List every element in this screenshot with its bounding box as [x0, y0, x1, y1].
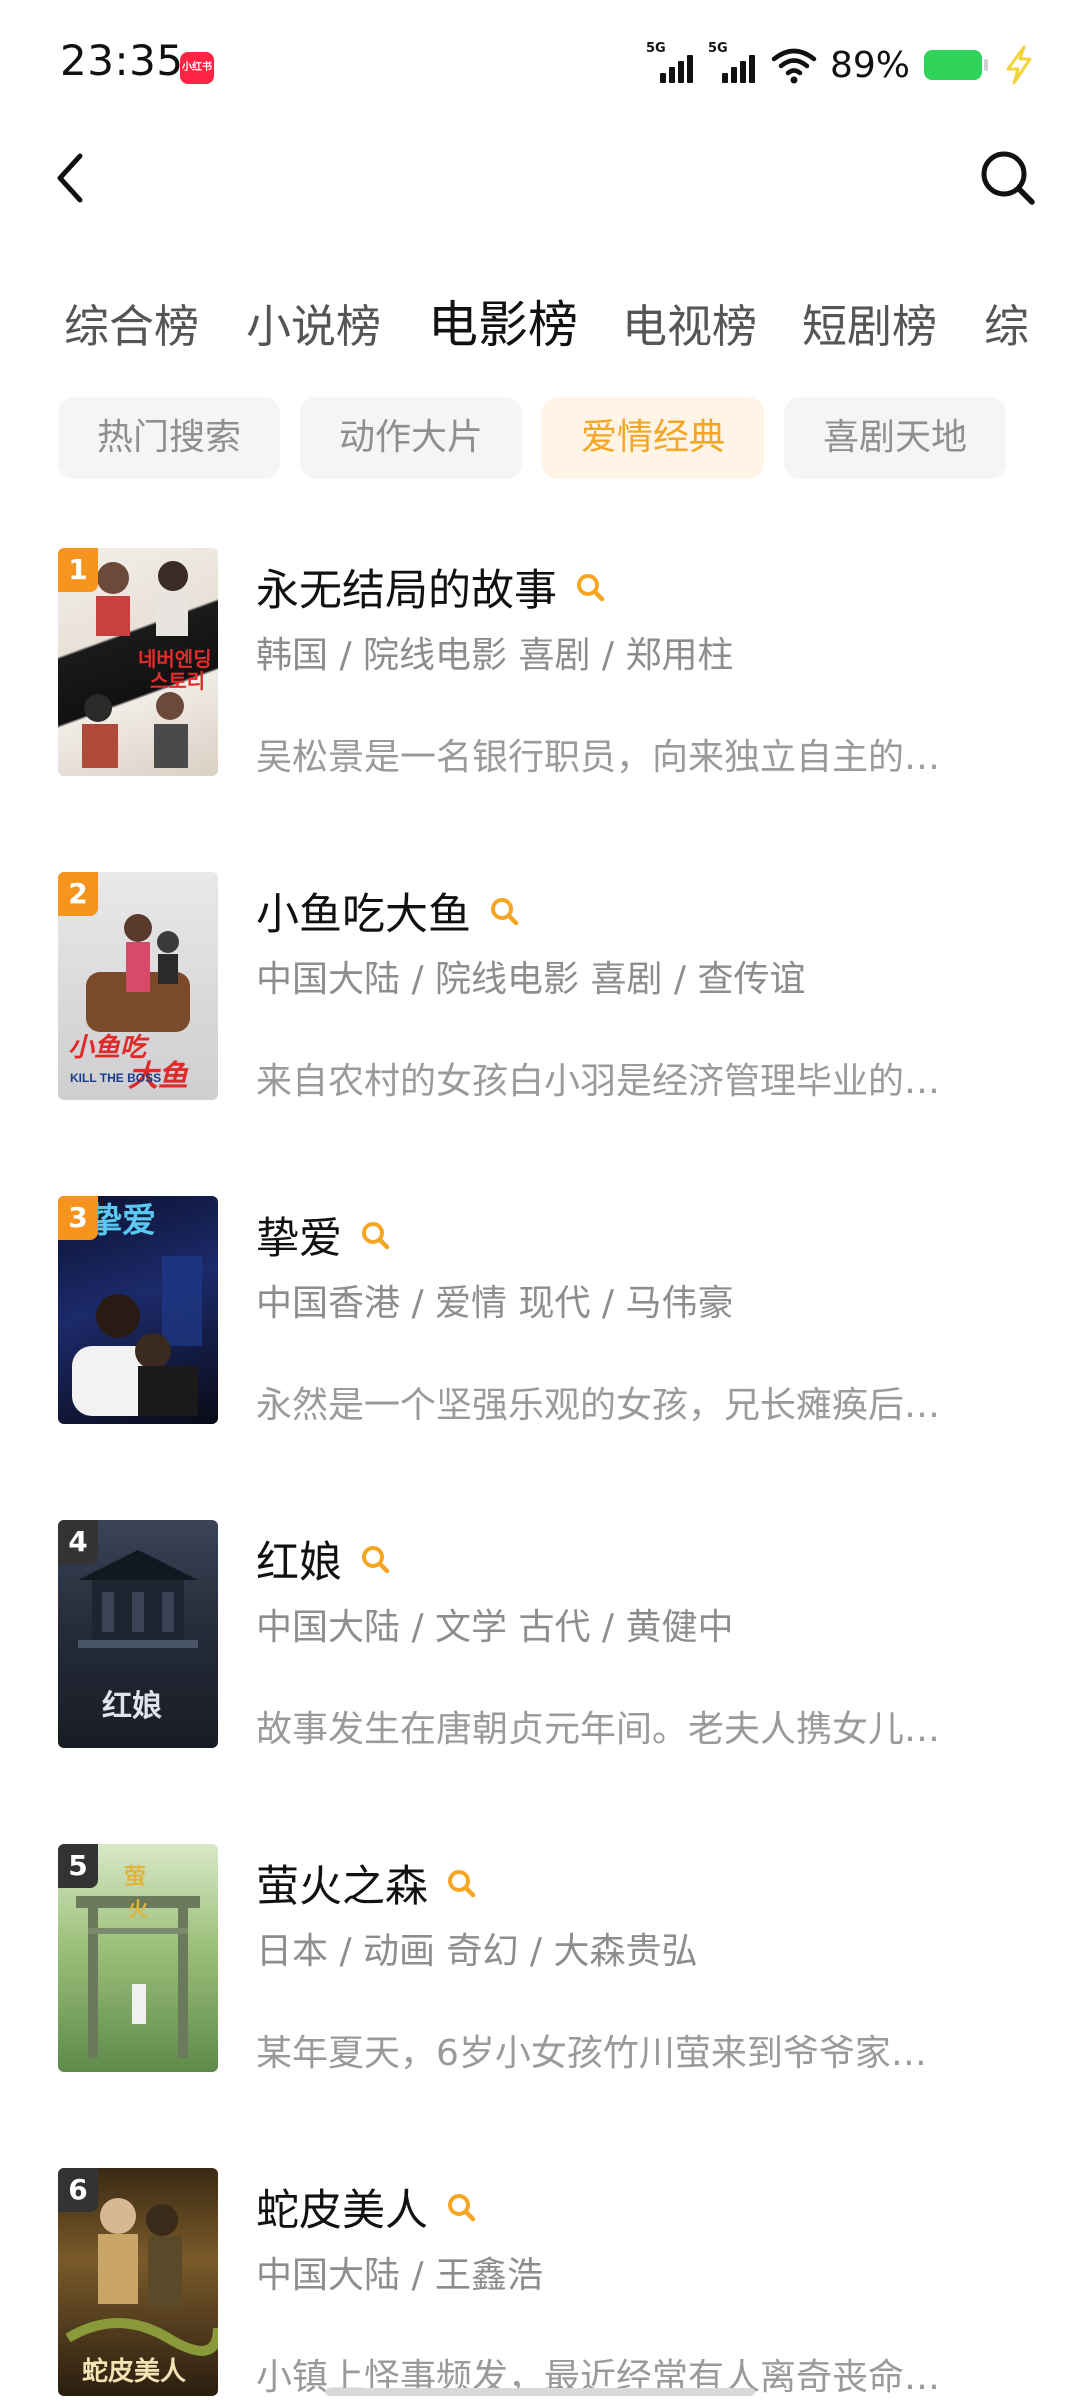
list-item[interactable]: 红娘 4 红娘 中国大陆 / 文学 古代 / 黄健中 故事发生在唐朝贞元年间。老… — [0, 1520, 1080, 1760]
movie-description: 吴松景是一名银行职员，向来独立自主的… — [256, 737, 941, 778]
rank-badge: 1 — [58, 548, 98, 592]
chip-romance[interactable]: 爱情经典 — [542, 397, 764, 479]
movie-title[interactable]: 红娘 — [256, 1528, 342, 1590]
battery-percent: 89% — [829, 44, 910, 86]
search-icon[interactable] — [575, 572, 605, 602]
svg-text:红娘: 红娘 — [102, 1689, 162, 1723]
chip-hot-search[interactable]: 热门搜索 — [58, 397, 280, 479]
list-item[interactable]: 挚爱 3 挚爱 中国香港 / 爱情 现代 / 马伟豪 永然是一个坚强乐观的女孩，… — [0, 1196, 1080, 1436]
search-icon[interactable] — [360, 1220, 390, 1250]
list-item[interactable]: 小鱼吃 大鱼 KILL THE BOSS 2 小鱼吃大鱼 中国大陆 / 院线电影… — [0, 872, 1080, 1112]
tab-movie[interactable]: 电影榜 — [428, 285, 578, 357]
home-indicator[interactable] — [325, 2388, 755, 2396]
signal-icon-2: 5G — [708, 41, 760, 85]
tab-variety[interactable]: 综 — [984, 290, 1029, 355]
rank-badge: 6 — [58, 2168, 98, 2212]
title-row: 萤火之森 — [256, 1852, 476, 1914]
movie-poster[interactable]: 红娘 4 — [58, 1520, 218, 1748]
movie-description: 来自农村的女孩白小羽是经济管理毕业的… — [256, 1061, 941, 1102]
back-button[interactable] — [40, 148, 100, 208]
wifi-icon — [771, 48, 817, 84]
rank-badge: 5 — [58, 1844, 98, 1888]
movie-poster[interactable]: 네버엔딩 스토리 1 — [58, 548, 218, 776]
top-nav-bar — [0, 130, 1080, 230]
tab-tv[interactable]: 电视榜 — [622, 290, 757, 355]
svg-text:네버엔딩: 네버엔딩 — [138, 648, 212, 671]
svg-text:蛇皮美人: 蛇皮美人 — [82, 2356, 186, 2386]
svg-text:挚爱: 挚爱 — [88, 1202, 156, 1240]
search-icon[interactable] — [446, 2192, 476, 2222]
movie-meta: 中国大陆 / 王鑫浩 — [256, 2255, 544, 2296]
search-icon — [981, 151, 1035, 205]
movie-meta: 中国香港 / 爱情 现代 / 马伟豪 — [256, 1283, 734, 1324]
movie-title[interactable]: 挚爱 — [256, 1204, 342, 1266]
chip-action[interactable]: 动作大片 — [300, 397, 522, 479]
svg-text:KILL THE BOSS: KILL THE BOSS — [70, 1071, 161, 1085]
movie-poster[interactable]: 蛇皮美人 6 — [58, 2168, 218, 2396]
rank-badge: 3 — [58, 1196, 98, 1240]
movie-description: 永然是一个坚强乐观的女孩，兄长瘫痪后… — [256, 1385, 941, 1426]
title-row: 挚爱 — [256, 1204, 390, 1266]
title-row: 小鱼吃大鱼 — [256, 880, 519, 942]
chip-comedy[interactable]: 喜剧天地 — [784, 397, 1006, 479]
rank-badge: 4 — [58, 1520, 98, 1564]
movie-poster[interactable]: 萤 火 5 — [58, 1844, 218, 2072]
chevron-left-icon — [57, 153, 83, 203]
status-bar: 23:35 小红书 5G 5G 89% — [0, 0, 1080, 130]
tab-comprehensive[interactable]: 综合榜 — [64, 290, 199, 355]
svg-text:火: 火 — [128, 1898, 149, 1921]
search-icon[interactable] — [489, 896, 519, 926]
movie-description: 故事发生在唐朝贞元年间。老夫人携女儿… — [256, 1709, 941, 1750]
tab-short-drama[interactable]: 短剧榜 — [802, 290, 937, 355]
movie-title[interactable]: 萤火之森 — [256, 1852, 428, 1914]
movie-description: 某年夏天，6岁小女孩竹川萤来到爷爷家… — [256, 2033, 927, 2074]
movie-title[interactable]: 小鱼吃大鱼 — [256, 880, 471, 942]
movie-meta: 中国大陆 / 文学 古代 / 黄健中 — [256, 1607, 734, 1648]
ranking-tabs: 综合榜 小说榜 电影榜 电视榜 短剧榜 综 — [0, 280, 1080, 370]
clock: 23:35 — [60, 36, 184, 85]
title-row: 红娘 — [256, 1528, 390, 1590]
status-icons: 5G 5G 89% — [646, 40, 1036, 90]
title-row: 蛇皮美人 — [256, 2176, 476, 2238]
movie-title[interactable]: 永无结局的故事 — [256, 556, 557, 618]
svg-text:小鱼吃: 小鱼吃 — [68, 1032, 150, 1062]
charging-icon — [1006, 45, 1032, 85]
signal-icon: 5G — [646, 41, 698, 85]
list-item[interactable]: 蛇皮美人 6 蛇皮美人 中国大陆 / 王鑫浩 小镇上怪事频发，最近经常有人离奇丧… — [0, 2168, 1080, 2408]
search-button[interactable] — [976, 146, 1040, 210]
app-notification-icon: 小红书 — [180, 52, 214, 84]
list-item[interactable]: 네버엔딩 스토리 1 永无结局的故事 韩国 / 院线电影 喜剧 / 郑用柱 吴松… — [0, 548, 1080, 788]
movie-poster[interactable]: 挚爱 3 — [58, 1196, 218, 1424]
movie-meta: 日本 / 动画 奇幻 / 大森贵弘 — [256, 1931, 698, 1972]
list-item[interactable]: 萤 火 5 萤火之森 日本 / 动画 奇幻 / 大森贵弘 某年夏天，6岁小女孩竹… — [0, 1844, 1080, 2084]
movie-poster[interactable]: 小鱼吃 大鱼 KILL THE BOSS 2 — [58, 872, 218, 1100]
movie-meta: 韩国 / 院线电影 喜剧 / 郑用柱 — [256, 635, 734, 676]
search-icon[interactable] — [360, 1544, 390, 1574]
title-row: 永无结局的故事 — [256, 556, 605, 618]
movie-title[interactable]: 蛇皮美人 — [256, 2176, 428, 2238]
svg-text:스토리: 스토리 — [150, 670, 205, 693]
svg-text:萤: 萤 — [124, 1864, 146, 1889]
subcategory-chips: 热门搜索 动作大片 爱情经典 喜剧天地 — [0, 397, 1080, 481]
tab-novel[interactable]: 小说榜 — [246, 290, 381, 355]
movie-meta: 中国大陆 / 院线电影 喜剧 / 查传谊 — [256, 959, 806, 1000]
rank-badge: 2 — [58, 872, 98, 916]
battery-icon — [924, 50, 988, 80]
search-icon[interactable] — [446, 1868, 476, 1898]
